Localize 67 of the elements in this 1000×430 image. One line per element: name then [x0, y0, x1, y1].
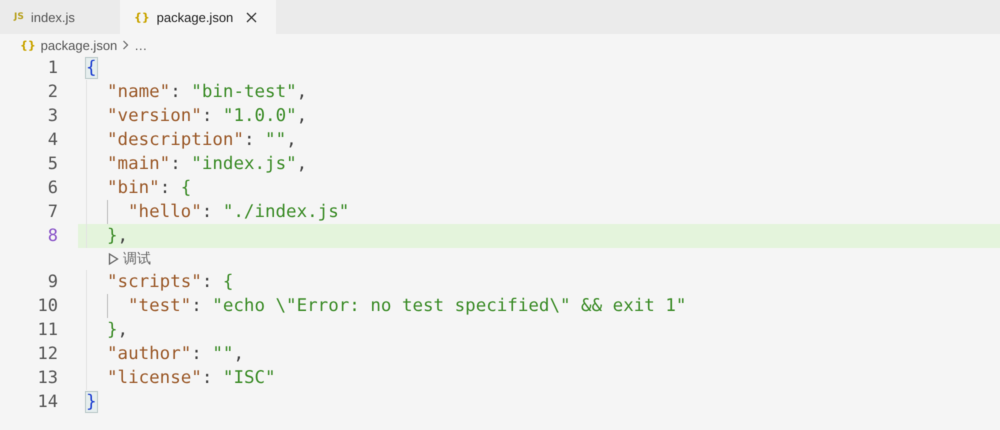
brace: { — [180, 178, 192, 198]
json-string: "bin-test" — [191, 82, 297, 102]
json-string: "ISC" — [222, 368, 276, 388]
json-string: "index.js" — [191, 154, 297, 174]
json-key: "license" — [107, 368, 202, 388]
line-number: 1 — [46, 58, 58, 78]
chevron-right-icon — [122, 40, 130, 50]
line-number: 2 — [46, 82, 58, 102]
close-icon[interactable] — [246, 12, 258, 22]
json-string: "1.0.0" — [222, 106, 297, 126]
json-key: "bin" — [107, 178, 160, 198]
editor-tab[interactable]: {} package.json — [120, 0, 276, 34]
punctuation: : — [202, 368, 214, 388]
brace: } — [86, 392, 97, 412]
json-key: "author" — [107, 344, 192, 364]
json-key: "hello" — [128, 202, 202, 222]
play-icon — [108, 253, 119, 265]
json-string: "" — [265, 130, 286, 150]
line-number: 8 — [46, 226, 58, 246]
json-string: "./index.js" — [222, 202, 350, 222]
line-number: 7 — [46, 202, 58, 222]
punctuation: : — [160, 178, 172, 198]
debug-codelens[interactable]: 调试 — [108, 250, 151, 268]
punctuation: : — [170, 82, 182, 102]
json-file-icon: {} — [20, 38, 36, 52]
line-number: 12 — [36, 344, 58, 364]
punctuation: , — [233, 344, 244, 364]
brace: } — [107, 320, 118, 340]
json-key: "scripts" — [107, 272, 202, 292]
punctuation: , — [296, 106, 308, 126]
file-type-icon: {} — [134, 10, 150, 24]
json-key: "name" — [107, 82, 170, 102]
json-key: "version" — [107, 106, 202, 126]
punctuation: : — [191, 344, 203, 364]
line-number: 3 — [46, 106, 58, 126]
punctuation: : — [244, 130, 256, 150]
punctuation: , — [296, 154, 308, 174]
brace: } — [107, 226, 118, 246]
json-string: "" — [212, 344, 234, 364]
punctuation: : — [191, 296, 203, 316]
breadcrumb-item[interactable]: package.json — [40, 38, 118, 52]
punctuation: , — [118, 320, 128, 340]
json-key: "test" — [128, 296, 192, 316]
line-number: 4 — [46, 130, 58, 150]
json-key: "description" — [107, 130, 244, 150]
punctuation: : — [202, 202, 214, 222]
punctuation: , — [286, 130, 297, 150]
line-number: 6 — [46, 178, 58, 198]
tab-label: package.json — [156, 10, 234, 24]
line-number: 5 — [46, 154, 58, 174]
line-number: 9 — [46, 272, 58, 292]
line-number: 11 — [36, 320, 58, 340]
json-string: "echo \"Error: no test specified\" && exit 1" — [212, 296, 686, 316]
line-number: 10 — [36, 296, 58, 316]
punctuation: : — [202, 272, 214, 292]
line-number: 13 — [36, 368, 58, 388]
breadcrumb-item[interactable]: … — [134, 38, 148, 52]
file-type-icon: JS — [14, 12, 24, 22]
brace: { — [86, 58, 97, 78]
punctuation: , — [118, 226, 128, 246]
json-key: "main" — [107, 154, 170, 174]
punctuation: : — [202, 106, 214, 126]
tab-label: index.js — [30, 10, 75, 24]
punctuation: : — [170, 154, 182, 174]
brace: { — [222, 272, 234, 292]
line-number: 14 — [36, 392, 58, 412]
punctuation: , — [296, 82, 308, 102]
